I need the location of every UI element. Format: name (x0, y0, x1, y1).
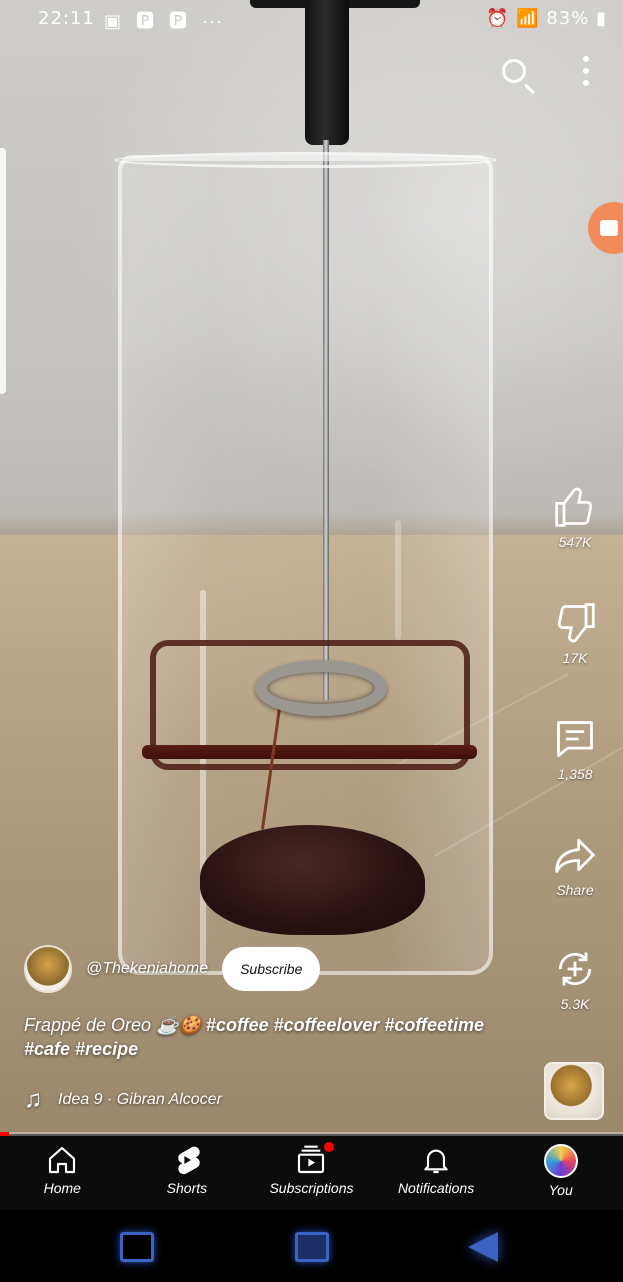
remix-button[interactable]: 5.3K (540, 946, 610, 1012)
thumb-down-icon (557, 603, 595, 643)
nav-home-label: Home (43, 1180, 81, 1196)
share-button[interactable]: Share (540, 832, 610, 898)
dislike-button[interactable]: 17K (540, 600, 610, 666)
nav-you[interactable]: You (498, 1136, 623, 1210)
nav-subscriptions[interactable]: Subscriptions (249, 1136, 374, 1210)
subscriptions-icon (298, 1145, 325, 1174)
comment-count: 1,358 (557, 766, 593, 782)
channel-row: @Thekeniahome Subscribe (24, 944, 321, 994)
alarm-icon: ⏰ (486, 8, 510, 29)
share-label: Share (556, 882, 594, 898)
nav-notifications-label: Notifications (397, 1180, 475, 1196)
wifi-icon: 📶 (516, 8, 540, 29)
nav-subscriptions-label: Subscriptions (269, 1180, 354, 1196)
system-nav-bar (0, 1210, 623, 1282)
title-text: Frappé de Oreo ☕️🍪 (24, 1015, 201, 1035)
more-vert-icon (583, 56, 589, 62)
music-note-icon: ♫ (24, 1086, 42, 1113)
remix-icon (558, 952, 592, 986)
sound-thumbnail[interactable] (544, 1062, 604, 1120)
gallery-icon: ▣ (104, 11, 123, 31)
music-row[interactable]: ♫ Idea 9 · Gibran Alcocer (24, 1086, 222, 1114)
nav-shorts-label: Shorts (166, 1180, 208, 1196)
home-button[interactable] (295, 1232, 329, 1262)
battery-icon: ▮ (596, 8, 607, 29)
status-notification-icons: ▣ 🅿 🅿 ··· (104, 7, 231, 33)
whisk (255, 660, 387, 716)
status-right: ⏰ 📶 83% ▮ (486, 8, 607, 29)
more-options-button[interactable] (566, 56, 606, 96)
shorts-icon (178, 1146, 200, 1175)
glass-rim (114, 152, 497, 168)
more-notifications-icon: ··· (202, 11, 224, 31)
nav-shorts[interactable]: Shorts (125, 1136, 250, 1210)
channel-handle[interactable]: @Thekeniahome (86, 960, 208, 978)
battery-percent: 83% (546, 8, 590, 29)
comment-icon (557, 721, 593, 757)
status-time: 22:11 (38, 8, 95, 29)
dislike-count: 17K (562, 650, 588, 666)
recent-apps-button[interactable] (120, 1232, 154, 1262)
channel-avatar[interactable] (24, 945, 72, 993)
subscribe-button[interactable]: Subscribe (222, 947, 321, 991)
nav-home[interactable]: Home (0, 1136, 125, 1210)
coffee-line (142, 745, 477, 759)
chocolate-sauce (200, 825, 425, 935)
nav-notifications[interactable]: Notifications (374, 1136, 499, 1210)
search-icon (502, 59, 526, 83)
parking-notification-icon: 🅿 (136, 11, 156, 31)
like-button[interactable]: 547K (540, 484, 610, 550)
edge-panel-handle[interactable] (0, 148, 6, 394)
bottom-nav: Home Shorts Subscriptions Notifications … (0, 1136, 623, 1210)
status-bar: 22:11 ▣ 🅿 🅿 ··· ⏰ 📶 83% ▮ (0, 0, 623, 36)
camera-icon (600, 220, 618, 236)
bell-icon (424, 1149, 448, 1174)
parking-notification-icon: 🅿 (169, 11, 189, 31)
search-button[interactable] (498, 55, 538, 95)
video-title[interactable]: Frappé de Oreo ☕️🍪 #coffee #coffeelover … (24, 1013, 544, 1061)
comments-button[interactable]: 1,358 (540, 716, 610, 782)
like-count: 547K (558, 534, 592, 550)
remix-count: 5.3K (560, 996, 590, 1012)
back-button[interactable] (468, 1232, 498, 1262)
title-hashtags[interactable]: #cafe #recipe (24, 1039, 138, 1059)
title-hashtags[interactable]: #coffee #coffeelover #coffeetime (206, 1015, 484, 1035)
music-title: Idea 9 · Gibran Alcocer (58, 1091, 222, 1108)
nav-you-label: You (548, 1182, 573, 1198)
profile-avatar (543, 1144, 578, 1178)
thumb-up-icon (555, 487, 593, 527)
glass-reflection (395, 520, 401, 640)
share-icon (555, 838, 595, 873)
home-icon (49, 1146, 76, 1174)
new-content-dot (323, 1142, 334, 1152)
